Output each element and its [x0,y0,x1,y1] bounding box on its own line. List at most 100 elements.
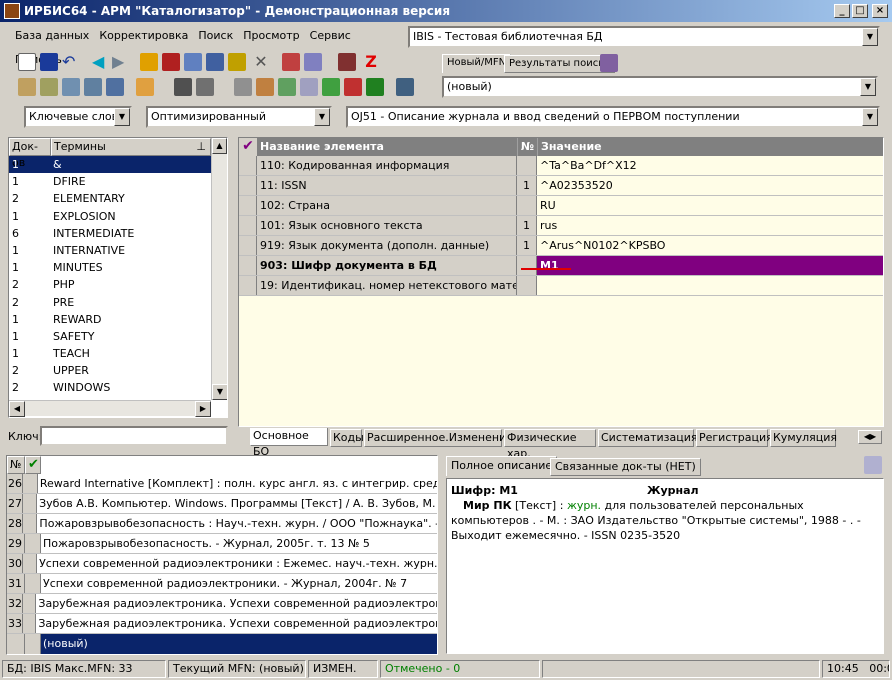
scanner-icon[interactable] [174,78,192,96]
database-combo[interactable]: IBIS - Тестовая библиотечная БД ▼ [408,26,880,48]
worksheet-field-value[interactable] [537,276,883,295]
record-check[interactable] [25,574,41,593]
delete-icon[interactable]: ✕ [252,53,270,71]
dictionary-row[interactable]: 2 UPPER [9,362,211,379]
folder-icon[interactable] [196,78,214,96]
dictionary-hscrollbar[interactable]: ◀ ▶ [9,400,211,417]
dictionary-row[interactable]: 6 INTERMEDIATE [9,225,211,242]
dictionary-row[interactable]: 1 INTERNATIVE [9,242,211,259]
worksheet-tab[interactable]: Регистрация [696,429,773,447]
menu-search[interactable]: Поиск [193,24,238,48]
dictionary-row[interactable]: 2 PRE [9,294,211,311]
worksheet-field-value[interactable]: ^A02353520 [537,176,883,195]
edit-icon[interactable] [228,53,246,71]
import-icon[interactable] [184,53,202,71]
dictionary-row[interactable]: 2 WINDOWS [9,379,211,396]
arrow-left-icon[interactable]: ◀ [92,53,110,71]
menu-service[interactable]: Сервис [305,24,356,48]
key-input[interactable] [40,426,228,446]
new-document-icon[interactable] [18,53,36,71]
dictionary-row[interactable]: 1 MINUTES [9,259,211,276]
dictionary-scrollbar[interactable]: ▲ ▼ [211,138,227,400]
hand-icon[interactable] [136,78,154,96]
record-check[interactable] [23,474,38,493]
record-row[interactable]: 27 Зубов А.В. Компьютер. Windows. Програм… [7,494,437,514]
chevron-down-icon[interactable]: ▼ [862,108,878,126]
worksheet-row-selector[interactable] [239,176,257,195]
copy-record-icon[interactable] [140,53,158,71]
dictionary-term-header[interactable]: Термины ⊥ [51,138,211,156]
chevron-down-icon[interactable]: ▼ [860,78,876,96]
dictionary-row[interactable]: 1 REWARD [9,311,211,328]
worksheet-field-value[interactable]: М1⬇ [521,256,883,275]
search-global-icon[interactable] [106,78,124,96]
record-row[interactable]: 26 Reward Internative [Комплект] : полн. … [7,474,437,494]
worksheet-row-selector[interactable] [239,236,257,255]
dictionary-row[interactable]: 1 EXPLOSION [9,208,211,225]
scroll-down-icon[interactable]: ▼ [212,384,227,400]
film-icon[interactable] [338,53,356,71]
record-row[interactable]: 30 Успехи современной радиоэлектроники : … [7,554,437,574]
mfn-combo[interactable]: (новый) ▼ [442,76,878,98]
record-check[interactable] [25,534,41,553]
worksheet-row[interactable]: 919: Язык документа (дополн. данные) 1 ^Ar… [239,236,883,256]
record-row[interactable]: 33 Зарубежная радиоэлектроника. Успехи со… [7,614,437,634]
worksheet-combo[interactable]: OJ51 - Описание журнала и ввод сведений … [346,106,880,128]
record-check[interactable] [23,554,38,573]
chevron-down-icon[interactable]: ▼ [862,28,878,46]
tab-full-description[interactable]: Полное описание [446,456,558,476]
dictionary-row[interactable]: 2 PHP [9,276,211,293]
menu-database[interactable]: База данных [10,24,94,48]
scroll-up-icon[interactable]: ▲ [212,138,227,154]
close-button[interactable]: × [872,4,888,18]
worksheet-row[interactable]: 11: ISSN 1 ^A02353520 [239,176,883,196]
chart-icon[interactable] [600,54,618,72]
record-check[interactable] [23,494,38,513]
worksheet-row-selector[interactable] [239,256,257,275]
arrow-right-icon[interactable]: ▶ [112,53,130,71]
record-check[interactable] [23,614,37,633]
record-row[interactable]: 28 Пожаровзрывобезопасность : Науч.-техн.… [7,514,437,534]
print-list-icon[interactable] [256,78,274,96]
tab-scroll-icon[interactable]: ◀▶ [858,430,882,444]
dictionary-count-header[interactable]: Док-ов [9,138,51,169]
z3950-icon[interactable]: Z [362,53,380,71]
worksheet-field-value[interactable]: ^Ta^Ba^Df^X12 [537,156,883,175]
worksheet-row-selector[interactable] [239,196,257,215]
copy-icon[interactable] [300,78,318,96]
list-icon[interactable] [206,53,224,71]
scroll-left-icon[interactable]: ◀ [9,401,25,417]
word-icon[interactable] [344,78,362,96]
settings-icon[interactable] [396,78,414,96]
worksheet-row[interactable]: 101: Язык основного текста 1 rus [239,216,883,236]
record-row[interactable]: 31 Успехи современной радиоэлектроники. -… [7,574,437,594]
record-check[interactable] [23,594,37,613]
worksheet-row[interactable]: 102: Страна RU [239,196,883,216]
undo-icon[interactable]: ↶ [62,53,80,71]
book-icon[interactable] [322,78,340,96]
worksheet-row[interactable]: 903: Шифр документа в БДМ1⬇ [239,256,883,276]
worksheet-tab[interactable]: Основное БО [250,428,328,458]
dictionary-row[interactable]: 1 & [9,156,211,174]
worksheet-tab[interactable]: Систематизация [598,429,698,447]
worksheet-tab[interactable]: Расширенное.Изменения [364,429,513,447]
worksheet-field-value[interactable]: RU [537,196,883,215]
grid-icon[interactable] [162,53,180,71]
tab-linked-docs[interactable]: Связанные док-ты (НЕТ) [550,458,701,476]
worksheet-tab[interactable]: Коды [330,429,364,447]
scroll-right-icon[interactable]: ▶ [195,401,211,417]
worksheet-tab[interactable]: Кумуляция [770,429,837,447]
record-check[interactable] [23,514,38,533]
record-row[interactable]: 29 Пожаровзрывобезопасность. - Журнал, 20… [7,534,437,554]
worksheet-field-value[interactable]: ^Arus^N0102^KPSBO [537,236,883,255]
export-icon[interactable] [278,78,296,96]
menu-view[interactable]: Просмотр [238,24,304,48]
worksheet-field-value[interactable]: rus [537,216,883,235]
menu-edit[interactable]: Корректировка [94,24,193,48]
worksheet-row-selector[interactable] [239,156,257,175]
print-description-icon[interactable] [864,456,882,474]
worksheet-row[interactable]: 110: Кодированная информация ^Ta^Ba^Df^X1… [239,156,883,176]
mail-icon[interactable] [62,78,80,96]
worksheet-row-selector[interactable] [239,276,257,295]
dictionary-row[interactable]: 2 ELEMENTARY [9,190,211,207]
